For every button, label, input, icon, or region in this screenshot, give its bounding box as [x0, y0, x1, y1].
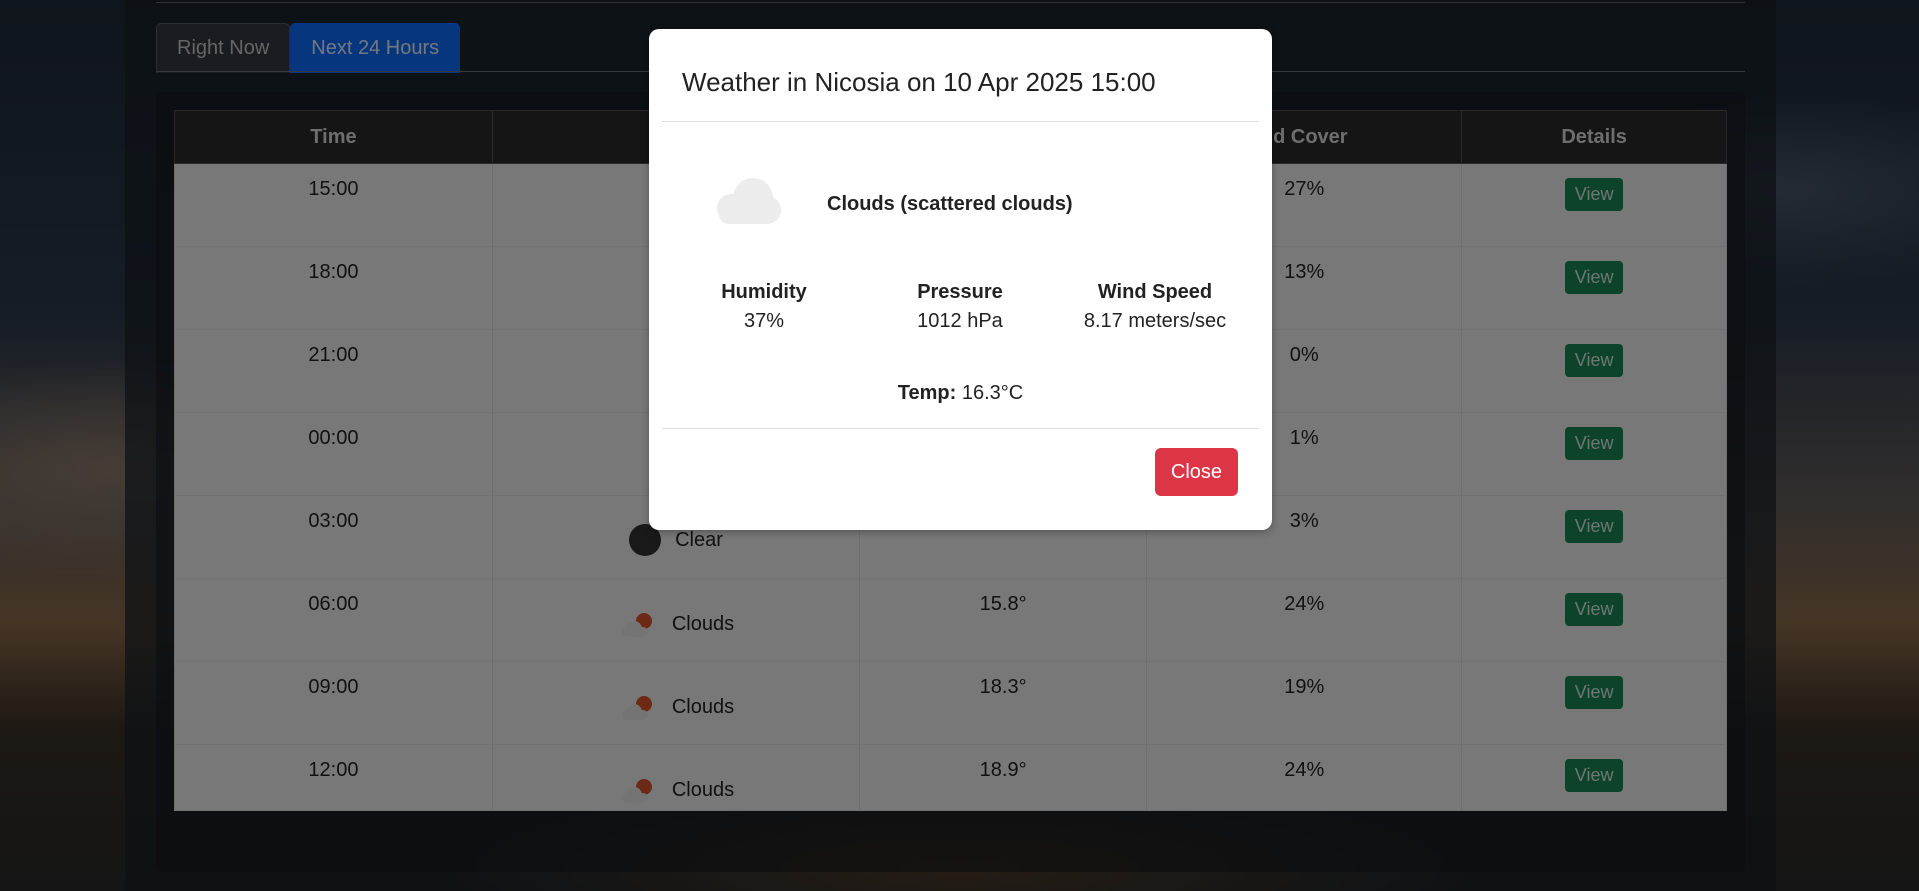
humidity-label: Humidity [721, 281, 807, 303]
cloud-icon [717, 178, 781, 224]
modal-footer-divider [662, 428, 1259, 429]
pressure-stat: Pressure 1012 hPa [870, 281, 1050, 333]
wind-speed-stat: Wind Speed 8.17 meters/sec [1065, 281, 1245, 333]
temp-value: 16.3°C [961, 382, 1024, 404]
pressure-value: 1012 hPa [917, 310, 1003, 332]
modal-header-divider [662, 121, 1259, 122]
weather-description: Clouds (scattered clouds) [827, 193, 1073, 215]
temp-label: Temp: [897, 382, 957, 404]
temperature-line: Temp: 16.3°C [649, 382, 1272, 405]
weather-details-modal: Weather in Nicosia on 10 Apr 2025 15:00 … [649, 29, 1272, 530]
wind-speed-value: 8.17 meters/sec [1083, 310, 1227, 332]
close-button[interactable]: Close [1155, 448, 1238, 496]
wind-speed-label: Wind Speed [1097, 281, 1213, 303]
humidity-value: 37% [743, 310, 785, 332]
pressure-label: Pressure [917, 281, 1003, 303]
humidity-stat: Humidity 37% [674, 281, 854, 333]
modal-title: Weather in Nicosia on 10 Apr 2025 15:00 [682, 67, 1156, 97]
